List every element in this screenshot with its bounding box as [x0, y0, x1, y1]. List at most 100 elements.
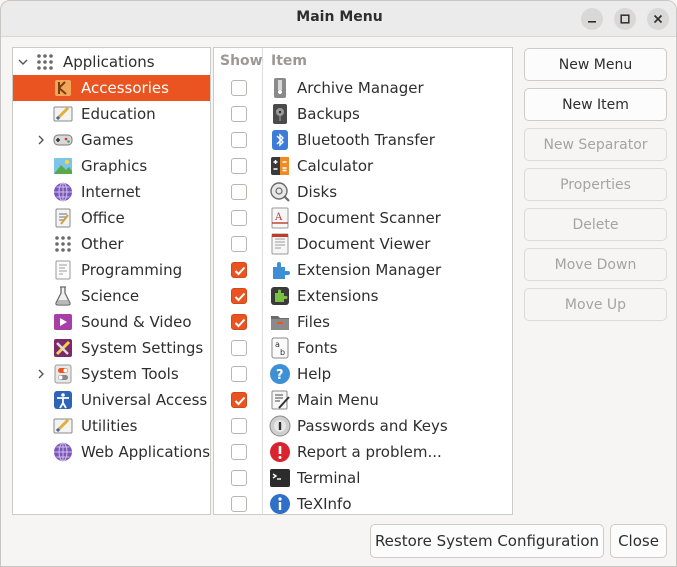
- show-checkbox[interactable]: [231, 184, 247, 200]
- item-row-bluetooth-transfer[interactable]: Bluetooth Transfer: [214, 127, 512, 153]
- show-checkbox[interactable]: [231, 496, 247, 512]
- disks-icon: [269, 181, 291, 203]
- calculator-icon: [269, 155, 291, 177]
- column-header-item[interactable]: Item: [271, 48, 307, 74]
- properties-button[interactable]: Properties: [524, 168, 667, 201]
- main-menu-icon: [269, 389, 291, 411]
- item-label: Calculator: [297, 157, 374, 175]
- archive-manager-icon: [269, 77, 291, 99]
- item-label: Disks: [297, 183, 338, 201]
- item-row-backups[interactable]: Backups: [214, 101, 512, 127]
- tree-item-science[interactable]: Science: [13, 283, 210, 309]
- tree-item-sound-and-video[interactable]: Sound & Video: [13, 309, 210, 335]
- show-checkbox[interactable]: [231, 418, 247, 434]
- tree-item-label: Education: [81, 105, 156, 123]
- science-icon: [52, 285, 74, 307]
- show-checkbox[interactable]: [231, 158, 247, 174]
- tree-item-label: System Tools: [81, 365, 179, 383]
- tree-item-programming[interactable]: Programming: [13, 257, 210, 283]
- chevron-down-icon[interactable]: [17, 56, 29, 68]
- menu-tree[interactable]: Applications Accessories Education Games Gr…: [12, 47, 211, 515]
- show-checkbox[interactable]: [231, 340, 247, 356]
- close-button[interactable]: Close: [610, 524, 667, 558]
- svg-text:b: b: [280, 348, 285, 357]
- show-checkbox[interactable]: [231, 288, 247, 304]
- item-row-main-menu[interactable]: Main Menu: [214, 387, 512, 413]
- chevron-right-icon[interactable]: [35, 134, 47, 146]
- show-checkbox[interactable]: [231, 236, 247, 252]
- tree-item-system-settings[interactable]: System Settings: [13, 335, 210, 361]
- item-row-document-scanner[interactable]: A Document Scanner: [214, 205, 512, 231]
- delete-button[interactable]: Delete: [524, 208, 667, 241]
- maximize-button[interactable]: [614, 8, 636, 30]
- item-label: Files: [297, 313, 330, 331]
- tree-item-label: Graphics: [81, 157, 148, 175]
- item-row-texinfo[interactable]: TeXInfo: [214, 491, 512, 514]
- move-up-button[interactable]: Move Up: [524, 288, 667, 321]
- tree-item-graphics[interactable]: Graphics: [13, 153, 210, 179]
- tree-item-label: Internet: [81, 183, 141, 201]
- show-checkbox[interactable]: [231, 210, 247, 226]
- passwords-keys-icon: [269, 415, 291, 437]
- item-label: Backups: [297, 105, 360, 123]
- item-row-extensions[interactable]: Extensions: [214, 283, 512, 309]
- show-checkbox[interactable]: [231, 314, 247, 330]
- tree-root-applications[interactable]: Applications: [13, 49, 210, 75]
- tree-item-web-applications[interactable]: Web Applications: [13, 439, 210, 465]
- item-row-extension-manager[interactable]: Extension Manager: [214, 257, 512, 283]
- show-checkbox[interactable]: [231, 80, 247, 96]
- items-table[interactable]: Show Item Archive Manager Backups Bluetoot…: [213, 47, 513, 515]
- window-title: Main Menu: [296, 9, 383, 25]
- title-bar[interactable]: Main Menu: [1, 1, 676, 37]
- show-checkbox[interactable]: [231, 392, 247, 408]
- item-row-archive-manager[interactable]: Archive Manager: [214, 75, 512, 101]
- show-checkbox[interactable]: [231, 132, 247, 148]
- tree-item-label: Sound & Video: [81, 313, 192, 331]
- games-icon: [52, 129, 74, 151]
- restore-system-configuration-button[interactable]: Restore System Configuration: [370, 524, 604, 558]
- item-row-passwords-and-keys[interactable]: Passwords and Keys: [214, 413, 512, 439]
- item-row-calculator[interactable]: Calculator: [214, 153, 512, 179]
- tree-item-education[interactable]: Education: [13, 101, 210, 127]
- close-window-button[interactable]: [647, 8, 669, 30]
- close-icon: [653, 14, 663, 24]
- show-checkbox[interactable]: [231, 106, 247, 122]
- tree-item-other[interactable]: Other: [13, 231, 210, 257]
- system-tools-icon: [52, 363, 74, 385]
- office-icon: [52, 207, 74, 229]
- move-down-button[interactable]: Move Down: [524, 248, 667, 281]
- tree-item-system-tools[interactable]: System Tools: [13, 361, 210, 387]
- tree-item-office[interactable]: Office: [13, 205, 210, 231]
- item-label: Extension Manager: [297, 261, 442, 279]
- item-row-disks[interactable]: Disks: [214, 179, 512, 205]
- show-checkbox[interactable]: [231, 470, 247, 486]
- show-checkbox[interactable]: [231, 444, 247, 460]
- show-checkbox[interactable]: [231, 366, 247, 382]
- sound-video-icon: [52, 311, 74, 333]
- tree-item-internet[interactable]: Internet: [13, 179, 210, 205]
- chevron-right-icon[interactable]: [35, 368, 47, 380]
- minimize-button[interactable]: [581, 8, 603, 30]
- internet-icon: [52, 181, 74, 203]
- new-item-button[interactable]: New Item: [524, 88, 667, 121]
- item-row-files[interactable]: Files: [214, 309, 512, 335]
- new-menu-button[interactable]: New Menu: [524, 48, 667, 81]
- column-header-show[interactable]: Show: [220, 48, 263, 74]
- item-row-help[interactable]: ? Help: [214, 361, 512, 387]
- item-label: Document Scanner: [297, 209, 441, 227]
- tree-item-accessories[interactable]: Accessories: [13, 75, 210, 101]
- svg-text:A: A: [274, 212, 283, 223]
- tree-item-utilities[interactable]: Utilities: [13, 413, 210, 439]
- item-row-report-a-problem[interactable]: Report a problem...: [214, 439, 512, 465]
- tree-item-universal-access[interactable]: Universal Access: [13, 387, 210, 413]
- new-separator-button[interactable]: New Separator: [524, 128, 667, 161]
- item-row-terminal[interactable]: Terminal: [214, 465, 512, 491]
- show-checkbox[interactable]: [231, 262, 247, 278]
- applications-grid-icon: [34, 51, 56, 73]
- item-row-document-viewer[interactable]: Document Viewer: [214, 231, 512, 257]
- tree-item-games[interactable]: Games: [13, 127, 210, 153]
- bluetooth-icon: [269, 129, 291, 151]
- item-label: Help: [297, 365, 332, 383]
- item-row-fonts[interactable]: a b Fonts: [214, 335, 512, 361]
- document-viewer-icon: [269, 233, 291, 255]
